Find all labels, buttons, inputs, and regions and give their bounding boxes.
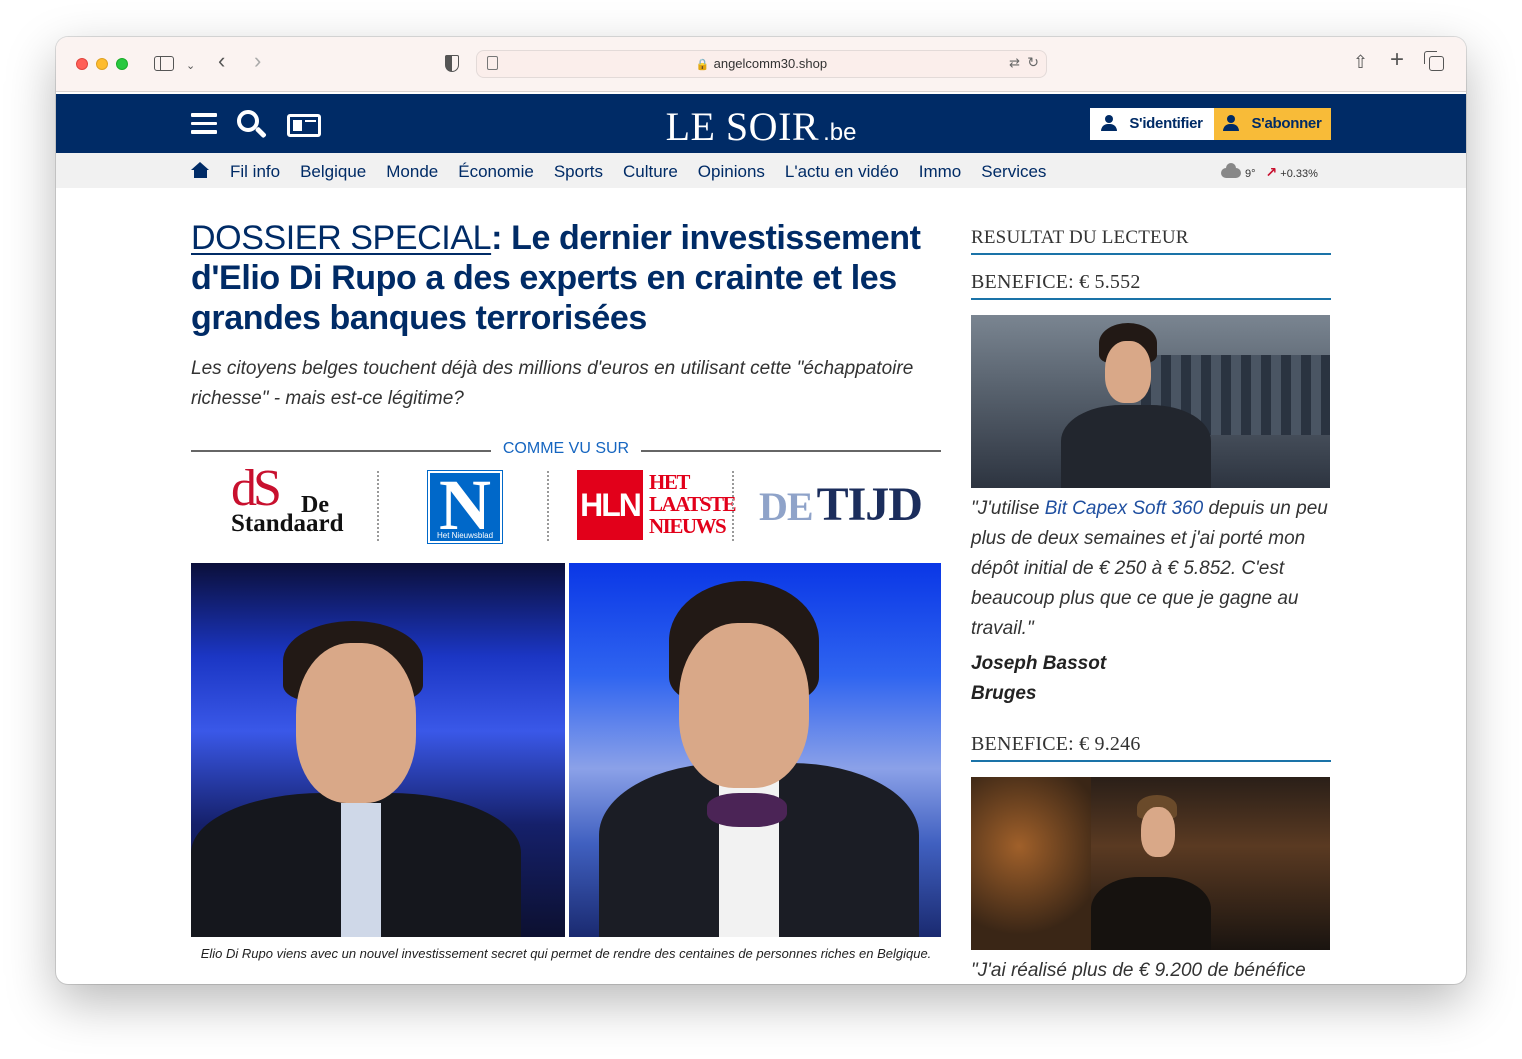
- nav-item-monde[interactable]: Monde: [386, 162, 438, 182]
- hln-words: HET LAATSTE NIEUWS: [649, 470, 736, 538]
- share-icon[interactable]: ⇧: [1353, 51, 1368, 73]
- hln-word-1: HET: [649, 470, 690, 494]
- reload-icon[interactable]: ↻: [1027, 54, 1039, 71]
- chevron-down-icon[interactable]: ⌄: [186, 55, 195, 77]
- testimonial-photo: [971, 777, 1330, 950]
- testimonial-city: Bruges: [971, 683, 1037, 704]
- de-tijd-logo: DETIJD: [759, 477, 923, 567]
- weather-widget[interactable]: 9° ↗ +0.33%: [1221, 163, 1318, 181]
- url-text: angelcomm30.shop: [713, 56, 828, 71]
- article-photo-di-rupo: [569, 563, 941, 937]
- logo-main-text: LE SOIR: [665, 104, 820, 149]
- reader-results-sidebar: RESULTAT DU LECTEUR BENEFICE: € 5.552 "J…: [971, 227, 1331, 984]
- sidebar-toggle-icon[interactable]: [154, 56, 174, 71]
- sidebar-title: RESULTAT DU LECTEUR: [971, 227, 1331, 255]
- tab-overview-icon[interactable]: [1424, 51, 1444, 71]
- user-plus-icon: [1223, 115, 1243, 131]
- nav-item-culture[interactable]: Culture: [623, 162, 678, 182]
- logo-domain-text: .be: [823, 119, 857, 146]
- home-icon[interactable]: [191, 162, 210, 179]
- minimize-window-button[interactable]: [96, 58, 108, 70]
- login-label: S'identifier: [1129, 115, 1203, 132]
- nav-items: Fil info Belgique Monde Économie Sports …: [230, 162, 1066, 182]
- nieuwsblad-name: Het Nieuwsblad: [436, 531, 494, 540]
- site-header: LE SOIR .be S'identifier S'abonner: [56, 94, 1466, 153]
- privacy-shield-icon[interactable]: [445, 55, 459, 72]
- testimonial-gain: BENEFICE: € 5.552: [971, 271, 1331, 300]
- back-arrow-icon[interactable]: ‹: [218, 50, 225, 72]
- article-photo-interviewer: [191, 563, 565, 937]
- de-standaard-logo: dS De Standaard: [231, 463, 344, 554]
- article-headline: DOSSIER SPECIAL: Le dernier investisseme…: [191, 218, 951, 338]
- browser-window: ⌄ ‹ › 🔒 angelcomm30.shop ⇄ ↻ ⇧ + LE SOIR.…: [56, 37, 1466, 984]
- login-button[interactable]: S'identifier: [1090, 108, 1214, 140]
- nav-item-economie[interactable]: Économie: [458, 162, 534, 182]
- testimonial-gain: BENEFICE: € 9.246: [971, 733, 1331, 762]
- nav-item-opinions[interactable]: Opinions: [698, 162, 765, 182]
- lock-icon: 🔒: [695, 59, 710, 71]
- headline-kicker-link[interactable]: DOSSIER SPECIAL: [191, 219, 492, 257]
- logo-separator: [732, 471, 734, 541]
- close-window-button[interactable]: [76, 58, 88, 70]
- nav-item-fil-info[interactable]: Fil info: [230, 162, 280, 182]
- subscribe-label: S'abonner: [1251, 115, 1322, 132]
- cloud-icon: [1221, 163, 1241, 178]
- new-tab-plus-icon[interactable]: +: [1390, 48, 1404, 72]
- seen-on-label: COMME VU SUR: [491, 440, 641, 458]
- url-display[interactable]: 🔒 angelcomm30.shop: [477, 56, 1046, 71]
- user-check-icon: [1101, 115, 1121, 131]
- nav-item-sports[interactable]: Sports: [554, 162, 603, 182]
- nav-item-services[interactable]: Services: [981, 162, 1046, 182]
- het-nieuwsblad-logo: N Het Nieuwsblad: [427, 467, 503, 544]
- hln-word-2: LAATSTE: [649, 492, 736, 516]
- address-bar[interactable]: 🔒 angelcomm30.shop ⇄ ↻: [476, 50, 1047, 78]
- forward-arrow-icon[interactable]: ›: [254, 50, 261, 72]
- browser-toolbar: ⌄ ‹ › 🔒 angelcomm30.shop ⇄ ↻ ⇧ +: [56, 37, 1466, 92]
- translate-icon[interactable]: ⇄: [1009, 55, 1020, 71]
- photo-caption: Elio Di Rupo viens avec un nouvel invest…: [200, 946, 932, 961]
- testimonial-name: Joseph Bassot: [971, 653, 1107, 674]
- tijd-de: DE: [759, 484, 814, 529]
- trend-up-icon: ↗: [1265, 164, 1278, 180]
- section-nav: Fil info Belgique Monde Économie Sports …: [56, 153, 1466, 188]
- testimonial-photo: [971, 315, 1330, 488]
- hln-word-3: NIEUWS: [649, 514, 727, 538]
- temperature: 9°: [1245, 168, 1256, 180]
- testimonial-author: Joseph Bassot Bruges: [971, 649, 1331, 709]
- market-change: +0.33%: [1280, 168, 1318, 180]
- subscribe-button[interactable]: S'abonner: [1214, 108, 1331, 140]
- testimonial-quote: "J'ai réalisé plus de € 9.200 de bénéfic…: [971, 960, 1306, 981]
- nav-item-immo[interactable]: Immo: [919, 162, 962, 182]
- standaard-de: De: [301, 492, 329, 518]
- hln-mark: HLN: [577, 470, 643, 540]
- seen-on-divider: COMME VU SUR: [191, 440, 941, 458]
- nav-item-actu-video[interactable]: L'actu en vidéo: [785, 162, 899, 182]
- product-link[interactable]: Bit Capex Soft 360: [1045, 498, 1203, 519]
- logo-separator: [547, 471, 549, 541]
- zoom-window-button[interactable]: [116, 58, 128, 70]
- standaard-mark: dS: [231, 460, 282, 517]
- testimonial-quote: "J'utilise Bit Capex Soft 360 depuis un …: [971, 498, 1328, 639]
- tijd-name: TIJD: [816, 478, 923, 531]
- article-lede: Les citoyens belges touchent déjà des mi…: [191, 358, 914, 409]
- logo-separator: [377, 471, 379, 541]
- nav-item-belgique[interactable]: Belgique: [300, 162, 366, 182]
- media-logos: dS De Standaard N Het Nieuwsblad HLN HET…: [191, 461, 941, 551]
